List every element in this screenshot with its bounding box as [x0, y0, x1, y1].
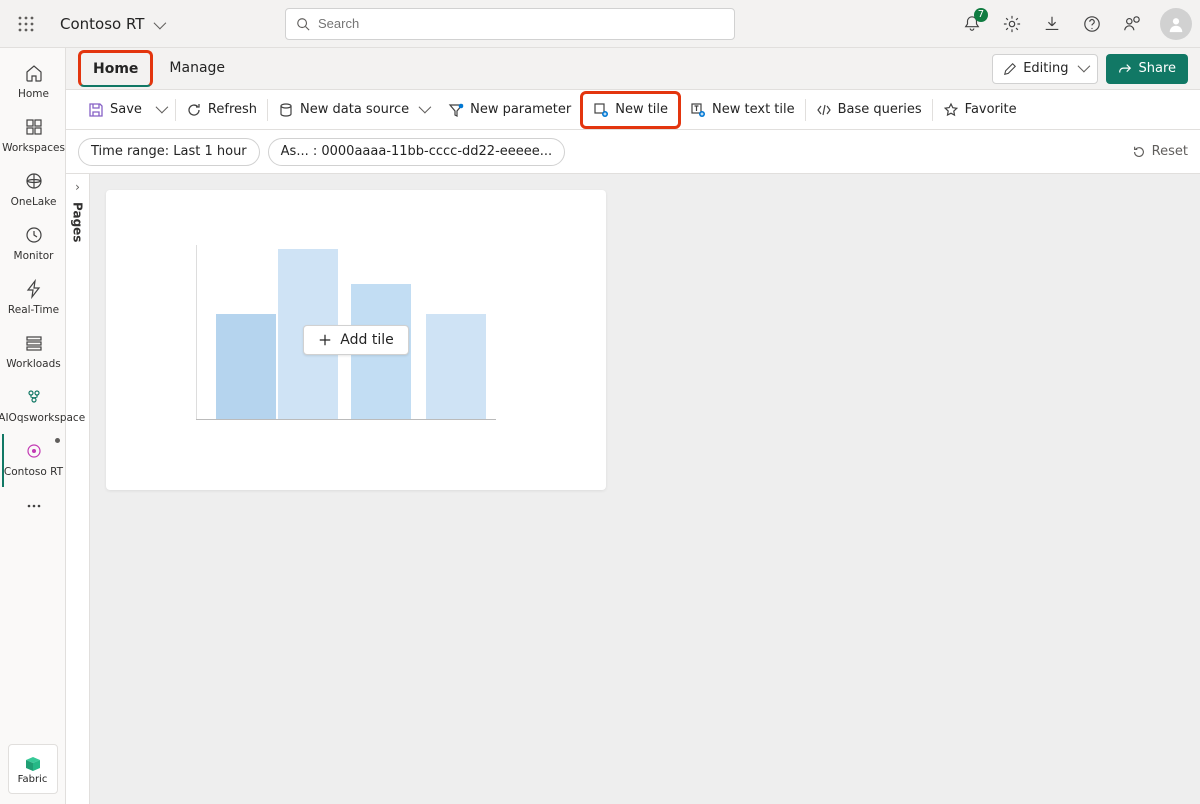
avatar[interactable] [1160, 8, 1192, 40]
share-button[interactable]: Share [1106, 54, 1188, 84]
tab-manage[interactable]: Manage [157, 48, 237, 89]
new-text-tile-button[interactable]: New text tile [680, 90, 805, 130]
ellipsis-icon [24, 495, 44, 517]
rail-more[interactable] [2, 489, 64, 529]
tile-add-icon [593, 102, 609, 118]
chevron-right-icon: › [75, 180, 80, 194]
rail-myworkspace[interactable]: myAIOqsworkspace [2, 380, 64, 432]
rail-realtime[interactable]: Real-Time [2, 272, 64, 324]
filter-icon [448, 102, 464, 118]
person-icon [1167, 15, 1185, 33]
search-field[interactable] [318, 16, 724, 31]
rail-onelake[interactable]: OneLake [2, 164, 64, 216]
favorite-button[interactable]: Favorite [933, 90, 1027, 130]
refresh-button[interactable]: Refresh [176, 90, 267, 130]
main: Home Manage Editing Share Sa [66, 48, 1200, 804]
chevron-down-icon [415, 102, 428, 117]
asset-chip[interactable]: As... : 0000aaaa-11bb-cccc-dd22-eeeee... [268, 138, 566, 166]
rail-contoso-rt[interactable]: Contoso RT [2, 434, 64, 486]
canvas: › Pages Add tile [66, 174, 1200, 804]
time-range-chip[interactable]: Time range: Last 1 hour [78, 138, 260, 166]
fabric-icon [23, 754, 43, 774]
app-launcher-icon[interactable] [8, 6, 44, 42]
workspace-name: Contoso RT [60, 15, 144, 33]
pages-panel-toggle[interactable]: › Pages [66, 174, 90, 804]
download-icon [1043, 15, 1061, 33]
gear-icon [1003, 15, 1021, 33]
search-icon [296, 17, 310, 31]
tab-home[interactable]: Home [78, 50, 153, 87]
chevron-down-icon [1074, 61, 1087, 76]
refresh-icon [186, 102, 202, 118]
new-parameter-button[interactable]: New parameter [438, 90, 581, 130]
nav-rail: Home Workspaces OneLake Monitor Real-Tim… [0, 48, 66, 804]
share-icon [1118, 62, 1132, 76]
fabric-switcher[interactable]: Fabric [8, 744, 58, 794]
code-icon [816, 102, 832, 118]
filter-bar: Time range: Last 1 hour As... : 0000aaaa… [66, 130, 1200, 174]
rail-workspaces[interactable]: Workspaces [2, 110, 64, 162]
text-tile-icon [690, 102, 706, 118]
editing-mode-button[interactable]: Editing [992, 54, 1098, 84]
star-icon [943, 102, 959, 118]
dashboard-tile[interactable]: Add tile [106, 190, 606, 490]
toolbar: Save Refresh New data source New paramet… [66, 90, 1200, 130]
feedback-button[interactable] [1114, 6, 1150, 42]
new-data-source-button[interactable]: New data source [268, 90, 438, 130]
new-tile-button[interactable]: New tile [580, 91, 681, 129]
rail-workloads[interactable]: Workloads [2, 326, 64, 378]
base-queries-button[interactable]: Base queries [806, 90, 932, 130]
notifications-button[interactable]: 7 [954, 6, 990, 42]
download-button[interactable] [1034, 6, 1070, 42]
add-tile-button[interactable]: Add tile [303, 325, 408, 355]
save-icon [88, 102, 104, 118]
rail-home[interactable]: Home [2, 56, 64, 108]
rail-monitor[interactable]: Monitor [2, 218, 64, 270]
tabs-row: Home Manage Editing Share [66, 48, 1200, 90]
database-icon [278, 102, 294, 118]
settings-button[interactable] [994, 6, 1030, 42]
notification-badge: 7 [974, 8, 988, 22]
reset-button[interactable]: Reset [1132, 144, 1188, 159]
search-input[interactable] [285, 8, 735, 40]
help-button[interactable] [1074, 6, 1110, 42]
workspace-switcher[interactable]: Contoso RT [52, 15, 171, 33]
header: Contoso RT 7 [0, 0, 1200, 48]
unsaved-dot-icon [55, 438, 60, 443]
chevron-down-icon [152, 102, 165, 117]
reset-icon [1132, 145, 1146, 159]
save-button[interactable]: Save [78, 90, 175, 130]
help-icon [1083, 15, 1101, 33]
plus-icon [318, 333, 332, 347]
chevron-down-icon [150, 15, 163, 33]
pencil-icon [1003, 62, 1017, 76]
person-feedback-icon [1123, 15, 1141, 33]
